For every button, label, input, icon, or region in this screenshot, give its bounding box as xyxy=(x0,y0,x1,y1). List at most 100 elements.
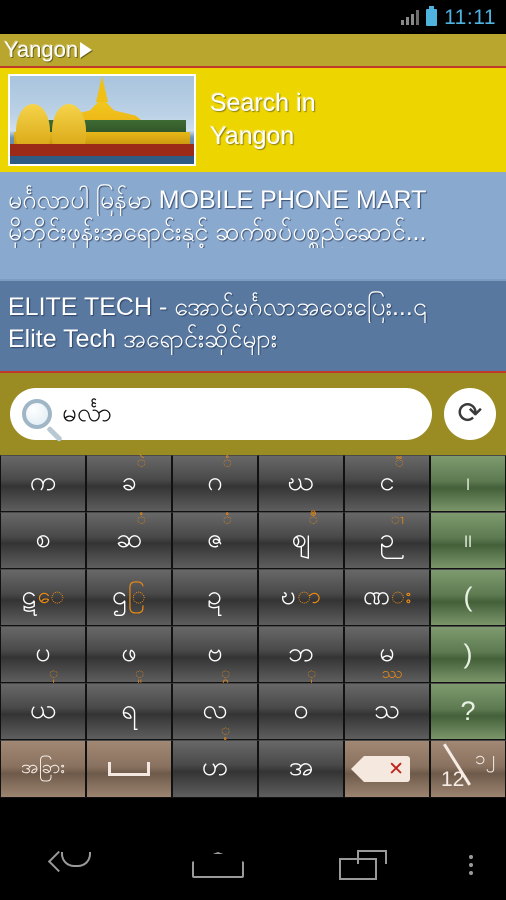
key-gha[interactable]: ဃ xyxy=(258,455,344,512)
key-backspace[interactable]: ✕ xyxy=(344,740,430,798)
key-nya[interactable]: ၢ ဉ xyxy=(344,512,430,569)
key-label: ဏ xyxy=(362,579,391,610)
key-sup-mark: ဲ xyxy=(136,454,146,471)
android-nav-bar xyxy=(0,830,506,900)
backspace-glyph: ✕ xyxy=(388,758,404,780)
key-sub-mark: ဿ xyxy=(381,665,403,682)
key-nna[interactable]: ဏ း xyxy=(344,569,430,626)
key-dda[interactable]: ဍ xyxy=(172,569,258,626)
city-header[interactable]: Yangon xyxy=(0,34,506,68)
key-pha[interactable]: ဖ ူ xyxy=(86,626,172,683)
key-sub-mark: ှ xyxy=(306,665,317,682)
key-paren-open[interactable]: ( xyxy=(430,569,506,626)
search-input[interactable]: မင်္လာ xyxy=(10,388,432,440)
key-space[interactable] xyxy=(86,740,172,798)
key-hsa[interactable]: ံ ဆ xyxy=(86,512,172,569)
key-label: က xyxy=(29,465,57,496)
magnifier-icon xyxy=(22,399,52,429)
lake-water xyxy=(10,156,194,164)
key-tta[interactable]: ဋ ေ xyxy=(0,569,86,626)
key-label: ) xyxy=(463,639,473,669)
key-ra[interactable]: ရ xyxy=(86,683,172,740)
search-bar: မင်္လာ ⟳ xyxy=(0,371,506,455)
recents-icon xyxy=(339,850,388,880)
key-sup-mark: ၱ xyxy=(394,454,404,471)
key-sup-mark: ဳ xyxy=(308,511,318,528)
key-tha[interactable]: သ xyxy=(344,683,430,740)
key-ma[interactable]: မ ဿ xyxy=(344,626,430,683)
result-subtitle: Elite Tech အရောင်းဆိုင်များ xyxy=(8,325,278,353)
key-label: ဝ xyxy=(293,693,309,724)
back-icon xyxy=(51,852,95,878)
key-label: ? xyxy=(460,696,476,726)
key-la[interactable]: လ ့ xyxy=(172,683,258,740)
key-sup-mark: ံ xyxy=(222,454,232,471)
key-label: ( xyxy=(463,582,473,612)
key-sub-mark: ု xyxy=(48,665,59,682)
search-input-value: မင်္လာ xyxy=(62,396,112,427)
search-banner[interactable]: Search in Yangon xyxy=(0,68,506,174)
key-label: သ xyxy=(373,693,401,724)
myanmar-keyboard: က ဲ ခ ံ ဂ ဃ ၱ င ၊ စ ံ ဆ ံ ဇ ဳ ဈ ၢ ဉ ။ ဋ … xyxy=(0,455,506,798)
key-wa[interactable]: ဝ xyxy=(258,683,344,740)
keyboard-function-row: အခြား ဟ အ ✕ ၁၂ 12 xyxy=(0,740,506,798)
key-label: ဂ xyxy=(207,465,223,496)
key-other-symbols[interactable]: အခြား xyxy=(0,740,86,798)
key-sa[interactable]: စ xyxy=(0,512,86,569)
key-inline-mark: ေ xyxy=(37,581,65,608)
key-sub-mark: ူ xyxy=(134,665,145,682)
results-list: မင်္ဂလာပါ မြန်မာ MOBILE PHONE MART မိုဘိ… xyxy=(0,174,506,371)
key-ka[interactable]: က xyxy=(0,455,86,512)
key-ba[interactable]: ဗ ွ xyxy=(172,626,258,683)
keyboard-row-1: က ဲ ခ ံ ဂ ဃ ၱ င ၊ xyxy=(0,455,506,512)
key-label: ဃ xyxy=(287,465,315,496)
list-item[interactable]: မင်္ဂလာပါ မြန်မာ MOBILE PHONE MART မိုဘိ… xyxy=(0,174,506,279)
karaweik-palace-photo xyxy=(8,74,196,166)
key-ha[interactable]: ဟ xyxy=(172,740,258,798)
key-question[interactable]: ? xyxy=(430,683,506,740)
key-label: ရ xyxy=(121,693,137,724)
key-label: ဟ xyxy=(201,751,229,781)
banner-line-2: Yangon xyxy=(210,122,295,150)
keyboard-row-2: စ ံ ဆ ံ ဇ ဳ ဈ ၢ ဉ ။ xyxy=(0,512,506,569)
key-ttha[interactable]: ဌ ြ xyxy=(86,569,172,626)
key-label: ။ xyxy=(463,522,473,553)
key-inline-mark: ြ xyxy=(127,581,147,608)
signal-bars-icon xyxy=(400,9,420,25)
key-a[interactable]: အ xyxy=(258,740,344,798)
key-paren-close[interactable]: ) xyxy=(430,626,506,683)
key-number-toggle[interactable]: ၁၂ 12 xyxy=(430,740,506,798)
list-item[interactable]: ELITE TECH - အောင်မင်္ဂလာအဝေးပြေး...၎ El… xyxy=(0,279,506,371)
key-ya[interactable]: ယ xyxy=(0,683,86,740)
number-latin: 12 xyxy=(441,768,465,791)
banner-text: Search in Yangon xyxy=(210,87,316,153)
backspace-icon: ✕ xyxy=(351,756,410,782)
battery-icon xyxy=(426,5,438,26)
reload-button[interactable]: ⟳ xyxy=(444,388,496,440)
nav-menu-button[interactable] xyxy=(436,855,506,875)
key-pa[interactable]: ပ ု xyxy=(0,626,86,683)
key-ddha[interactable]: ဎ ာ xyxy=(258,569,344,626)
key-nga[interactable]: ၱ င xyxy=(344,455,430,512)
palace-hull xyxy=(10,144,194,156)
overflow-menu-icon xyxy=(468,855,473,875)
key-period[interactable]: ။ xyxy=(430,512,506,569)
key-za[interactable]: ံ ဇ xyxy=(172,512,258,569)
result-title: မင်္ဂလာပါ မြန်မာ MOBILE PHONE MART xyxy=(8,186,427,214)
key-label: ဇ xyxy=(206,522,224,553)
key-label: ခ xyxy=(121,465,137,496)
key-inline-mark: ာ xyxy=(297,581,321,608)
space-bar-icon xyxy=(108,762,150,776)
key-kha[interactable]: ဲ ခ xyxy=(86,455,172,512)
key-zha[interactable]: ဳ ဈ xyxy=(258,512,344,569)
caret-right-icon xyxy=(80,42,93,58)
key-bha[interactable]: ဘ ှ xyxy=(258,626,344,683)
number-toggle-inner: ၁၂ 12 xyxy=(431,741,505,797)
key-comma[interactable]: ၊ xyxy=(430,455,506,512)
palace-spire xyxy=(96,76,108,102)
reload-icon: ⟳ xyxy=(457,397,483,430)
nav-recents-button[interactable] xyxy=(291,850,436,880)
nav-back-button[interactable] xyxy=(0,852,145,878)
key-label: စ xyxy=(35,522,51,553)
key-ga[interactable]: ံ ဂ xyxy=(172,455,258,512)
